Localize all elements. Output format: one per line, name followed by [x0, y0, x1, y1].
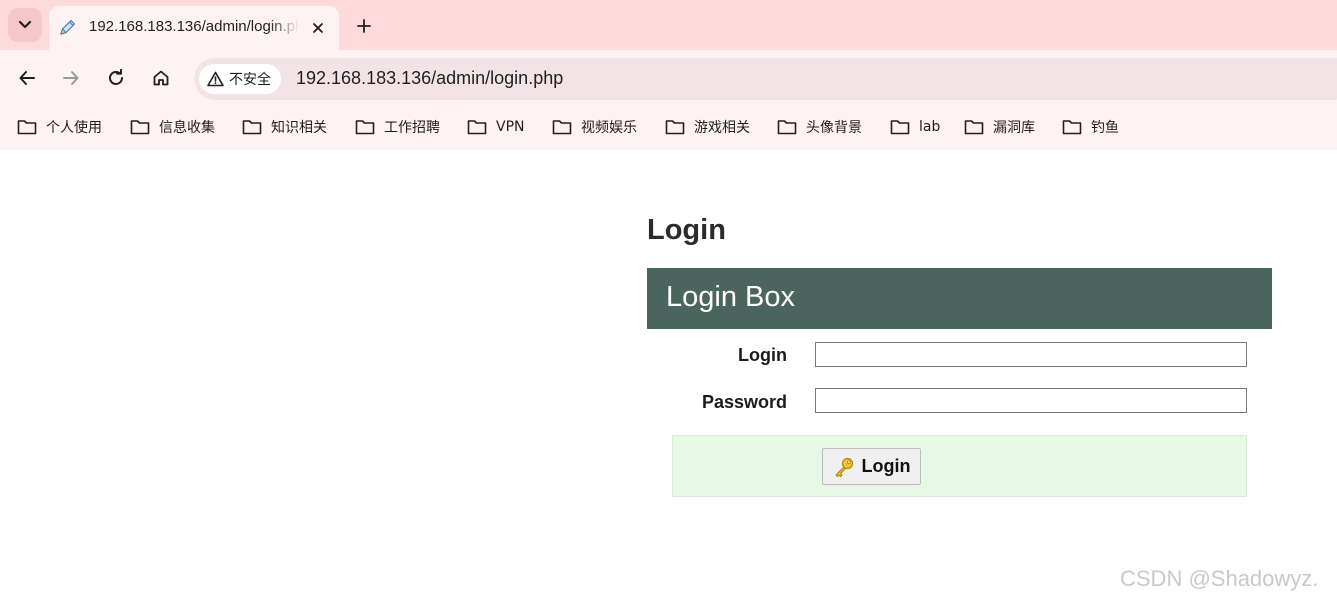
bookmark-label: 头像背景	[806, 120, 862, 136]
bookmark-label: 知识相关	[271, 120, 327, 136]
folder-icon	[1062, 120, 1082, 135]
folder-icon	[467, 120, 487, 135]
bookmark-label: 视频娱乐	[581, 120, 637, 136]
bookmark-label: 信息收集	[159, 120, 215, 136]
key-icon	[834, 457, 853, 477]
bookmark-label: 漏洞库	[993, 120, 1035, 136]
page-title: Login	[647, 214, 726, 246]
reload-button[interactable]	[100, 62, 132, 94]
security-label: 不安全	[229, 72, 271, 88]
new-tab-button[interactable]	[350, 12, 378, 40]
folder-icon	[130, 120, 150, 135]
pencil-icon	[60, 19, 76, 35]
password-input[interactable]	[815, 388, 1247, 413]
bookmark-folder[interactable]: 头像背景	[777, 116, 862, 138]
back-arrow-icon	[19, 71, 35, 85]
login-button-label: Login	[861, 456, 911, 476]
password-label: Password	[701, 392, 787, 412]
folder-icon	[242, 120, 262, 135]
security-chip[interactable]: 不安全	[199, 64, 281, 94]
folder-icon	[355, 120, 375, 135]
bookmark-folder[interactable]: lab	[890, 116, 940, 138]
plus-icon	[357, 19, 371, 33]
folder-icon	[777, 120, 797, 135]
forward-arrow-icon	[63, 71, 79, 85]
bookmark-folder[interactable]: 信息收集	[130, 116, 215, 138]
bookmark-folder[interactable]: VPN	[467, 116, 525, 138]
login-button[interactable]: Login	[822, 448, 921, 485]
home-button[interactable]	[145, 62, 177, 94]
tab-title: 192.168.183.136/admin/login.php	[89, 18, 299, 35]
bookmark-folder[interactable]: 漏洞库	[964, 116, 1035, 138]
form-actions: Login	[672, 435, 1247, 497]
bookmark-label: 钓鱼	[1091, 120, 1119, 136]
bookmark-folder[interactable]: 知识相关	[242, 116, 327, 138]
login-input[interactable]	[815, 342, 1247, 367]
folder-icon	[17, 120, 37, 135]
chevron-down-icon	[18, 20, 32, 29]
bookmark-label: 游戏相关	[694, 120, 750, 136]
bookmark-folder[interactable]: 个人使用	[17, 116, 102, 138]
folder-icon	[552, 120, 572, 135]
close-icon	[313, 23, 323, 33]
login-box-title: Login Box	[666, 281, 795, 313]
folder-icon	[890, 120, 910, 135]
reload-icon	[109, 69, 123, 85]
tab-search-button[interactable]	[8, 8, 42, 42]
home-icon	[153, 70, 169, 86]
bookmark-label: lab	[919, 119, 941, 135]
bookmark-folder[interactable]: 钓鱼	[1062, 116, 1119, 138]
bookmark-folder[interactable]: 视频娱乐	[552, 116, 637, 138]
back-button[interactable]	[11, 62, 43, 94]
browser-toolbar: 不安全 192.168.183.136/admin/login.php	[0, 50, 1337, 104]
folder-icon	[665, 120, 685, 135]
login-box-header: Login Box	[647, 268, 1272, 329]
bookmark-folder[interactable]: 工作招聘	[355, 116, 440, 138]
bookmark-label: VPN	[496, 119, 525, 135]
warning-icon	[207, 71, 224, 87]
bookmarks-bar: 个人使用 信息收集 知识相关 工作招聘 VPN 视频娱乐 游戏相关 头像背景 l…	[0, 104, 1337, 150]
watermark: CSDN @Shadowyz.	[1120, 566, 1319, 591]
tab-strip: 192.168.183.136/admin/login.php	[0, 0, 1337, 50]
bookmark-label: 个人使用	[46, 120, 102, 136]
bookmark-folder[interactable]: 游戏相关	[665, 116, 750, 138]
active-tab[interactable]: 192.168.183.136/admin/login.php	[49, 6, 339, 50]
folder-icon	[964, 120, 984, 135]
login-label: Login	[738, 345, 787, 365]
tab-close-button[interactable]	[307, 17, 329, 39]
address-bar[interactable]: 不安全 192.168.183.136/admin/login.php	[194, 58, 1337, 100]
bookmark-label: 工作招聘	[384, 120, 440, 136]
forward-button[interactable]	[55, 62, 87, 94]
url-text[interactable]: 192.168.183.136/admin/login.php	[296, 68, 563, 89]
